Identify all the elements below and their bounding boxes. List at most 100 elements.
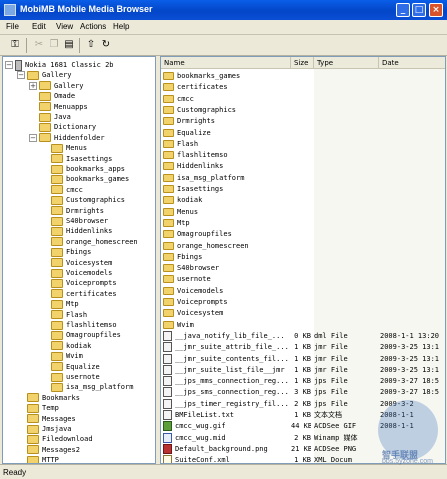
folder-icon — [163, 162, 174, 171]
list-row[interactable]: Customgraphics — [161, 104, 445, 116]
cell-date: 2009-3-25 13:1 — [380, 343, 440, 352]
tree-item[interactable]: MTTP — [17, 454, 59, 464]
tree-item-label: Jmsjava — [42, 425, 72, 433]
list-row[interactable]: orange_homescreen — [161, 240, 445, 252]
list-row[interactable]: Voicemodels — [161, 285, 445, 297]
list-row[interactable]: Voiceprompts — [161, 296, 445, 308]
cell-name-text: usernote — [177, 275, 211, 284]
folder-icon — [51, 289, 63, 299]
menu-view[interactable]: View — [56, 22, 73, 31]
list-row[interactable]: Fbings — [161, 251, 445, 263]
folder-icon — [163, 196, 174, 205]
cell-size: 0 KB — [294, 331, 311, 340]
expand-toggle-icon[interactable]: + — [29, 81, 37, 90]
collapse-toggle-icon[interactable]: − — [29, 133, 37, 142]
folder-icon — [51, 278, 63, 288]
cell-name: Menus — [163, 206, 291, 218]
cell-name-text: Hiddenlinks — [177, 162, 224, 171]
menu-help[interactable]: Help — [113, 22, 129, 31]
folder-up-icon[interactable]: ⇧ — [84, 38, 98, 52]
menu-file[interactable]: File — [6, 22, 19, 31]
folder-icon — [163, 309, 174, 318]
folder-icon — [51, 330, 63, 340]
list-row[interactable]: Omagroupfiles — [161, 228, 445, 240]
folder-icon — [163, 264, 174, 273]
list-row[interactable]: Equalize — [161, 127, 445, 139]
cell-name: __jps_sms_connection_reg... — [163, 386, 291, 398]
column-header-name[interactable]: Name — [161, 57, 291, 69]
cell-date: 2009-3-27 18:5 — [380, 377, 440, 386]
list-row[interactable]: S40browser — [161, 262, 445, 274]
cell-name-text: Flash — [177, 139, 199, 148]
list-row[interactable]: Isasettings — [161, 183, 445, 195]
connect-icon[interactable]: ⚿ — [8, 38, 22, 52]
column-header-date[interactable]: Date — [379, 57, 445, 69]
menu-edit[interactable]: Edit — [32, 22, 46, 31]
copy-icon[interactable]: ❐ — [47, 38, 61, 52]
cell-name-text: cmcc_wug.mid — [175, 433, 226, 442]
list-row[interactable]: __jps_sms_connection_reg... 3 KB jps File 2… — [161, 386, 445, 398]
list-row[interactable]: __jmr_suite_list_file__jmr 1 KB jmr File 20… — [161, 364, 445, 376]
cell-name-text: __java_notify_lib_file_... — [175, 331, 285, 340]
list-row[interactable]: cmcc — [161, 93, 445, 105]
cell-name: Fbings — [163, 251, 291, 263]
column-header-type[interactable]: Type — [314, 57, 379, 69]
menu-actions[interactable]: Actions — [80, 22, 106, 31]
list-row[interactable]: flashlitemso — [161, 149, 445, 161]
cell-name: Equalize — [163, 127, 291, 139]
cell-name: cmcc — [163, 93, 291, 105]
list-row[interactable]: bookmarks_games — [161, 70, 445, 82]
list-row[interactable]: __jmr_suite_attrib_file_... 1 KB jmr File 2… — [161, 341, 445, 353]
cut-icon[interactable]: ✂ — [32, 38, 46, 52]
cell-name-text: flashlitemso — [177, 151, 228, 160]
audio-file-icon — [163, 432, 172, 443]
folder-icon — [39, 102, 51, 112]
paste-icon[interactable]: ▤ — [62, 38, 76, 52]
list-row[interactable]: Wvim — [161, 319, 445, 331]
list-row[interactable]: usernote — [161, 273, 445, 285]
cell-name: Drmrights — [163, 115, 291, 127]
status-text: Ready — [3, 468, 27, 477]
folder-icon — [27, 424, 39, 434]
folder-icon — [51, 341, 63, 351]
tree-item-label: bookmarks_apps — [66, 165, 126, 173]
list-row[interactable]: Hiddenlinks — [161, 160, 445, 172]
close-button[interactable]: × — [429, 3, 443, 17]
folder-icon — [163, 275, 174, 284]
tree-item-label: Messages — [42, 414, 76, 423]
refresh-icon[interactable]: ↻ — [99, 38, 113, 52]
column-header-size[interactable]: Size — [291, 57, 314, 69]
folder-tree[interactable]: − Nokia 1681 Classic 2b − Gallery + Gallery Om… — [2, 56, 156, 464]
collapse-toggle-icon[interactable]: − — [5, 61, 13, 69]
list-row[interactable]: Mtp — [161, 217, 445, 229]
list-row[interactable]: Flash — [161, 138, 445, 150]
minimize-button[interactable]: _ — [396, 3, 410, 17]
tree-item-label: MTTP — [42, 456, 59, 464]
list-row[interactable]: kodiak — [161, 194, 445, 206]
folder-icon — [51, 299, 63, 309]
list-row[interactable]: certificates — [161, 81, 445, 93]
tree-item-label: Voicesystem — [66, 258, 113, 267]
list-row[interactable]: Voicesystem — [161, 307, 445, 319]
list-row[interactable]: Menus — [161, 206, 445, 218]
folder-icon — [163, 173, 174, 182]
list-row[interactable]: isa_msg_platform — [161, 172, 445, 184]
maximize-button[interactable]: □ — [412, 3, 426, 17]
list-row[interactable]: __java_notify_lib_file_... 0 KB dml File 20… — [161, 330, 445, 342]
list-row[interactable]: Drmrights — [161, 115, 445, 127]
folder-icon — [51, 226, 63, 236]
list-row[interactable]: __jmr_suite_contents_fil... 1 KB jmr File 2… — [161, 353, 445, 365]
collapse-toggle-icon[interactable]: − — [17, 71, 25, 80]
list-row[interactable]: __jps_mms_connection_reg... 1 KB jps File 2… — [161, 375, 445, 387]
